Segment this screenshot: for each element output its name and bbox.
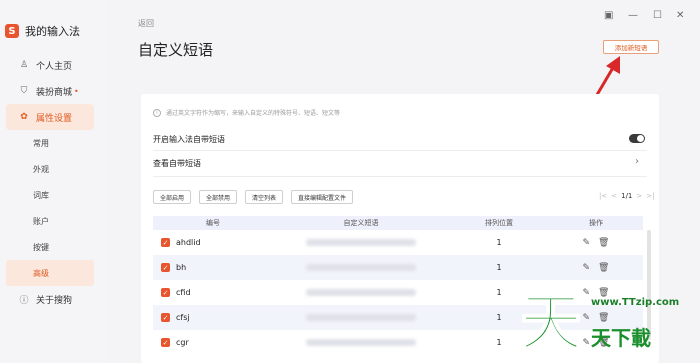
watermark-name: 天下載 <box>591 326 651 350</box>
watermark-glyph: 天 <box>521 286 581 356</box>
skin-icon[interactable]: ▣ <box>604 10 613 21</box>
sidebar: S 我的输入法 ♙ 个人主页 ⛉ 装扮商城 • ✿ 属性设置 常用 外观 词库 … <box>0 0 108 363</box>
info-icon: ⓘ <box>19 295 29 306</box>
sidebar-item-label: 个人主页 <box>36 61 73 72</box>
app-name: 我的输入法 <box>25 25 80 38</box>
sidebar-item-profile[interactable]: ♙ 个人主页 <box>0 52 100 78</box>
row-checkbox[interactable]: ✓ <box>161 313 170 322</box>
column-header-actions: 操作 <box>589 219 603 227</box>
trash-icon[interactable]: 🗑 <box>598 288 609 298</box>
sidebar-subitem-account[interactable]: 账户 <box>0 208 100 234</box>
app-logo: S 我的输入法 <box>5 22 80 40</box>
divider <box>153 176 647 177</box>
edit-icon[interactable]: ✎ <box>583 338 591 348</box>
sidebar-subitem-keys[interactable]: 按键 <box>0 234 100 260</box>
chevron-right-icon[interactable]: › <box>635 156 639 167</box>
next-page-icon[interactable]: > <box>636 192 642 200</box>
column-header-position: 排列位置 <box>485 219 513 227</box>
pagination: |< < 1/1 > >| <box>599 192 658 200</box>
table-row: ✓ bh 1 ✎ 🗑 <box>153 255 643 280</box>
blurred-phrase <box>306 264 416 271</box>
row-position: 1 <box>496 238 502 247</box>
builtin-phrases-toggle[interactable] <box>629 134 645 143</box>
row-code: cgr <box>176 338 189 347</box>
hint-label: 通过英文字符作为缩写，来输入自定义的特殊符号、短语、短文等 <box>166 110 341 117</box>
clear-list-button[interactable]: 清空列表 <box>245 190 284 204</box>
minimize-icon[interactable]: — <box>628 10 638 21</box>
edit-icon[interactable]: ✎ <box>583 313 591 323</box>
sidebar-subitem-dictionary[interactable]: 词库 <box>0 182 100 208</box>
builtin-toggle-label: 开启输入法自带短语 <box>153 135 225 144</box>
sogou-logo-icon: S <box>5 24 19 38</box>
row-checkbox[interactable]: ✓ <box>161 263 170 272</box>
gear-icon: ✿ <box>20 112 28 122</box>
sidebar-item-label: 装扮商城 <box>36 87 73 98</box>
first-page-icon[interactable]: |< <box>599 192 607 200</box>
settings-card: i 通过英文字符作为缩写，来输入自定义的特殊符号、短语、短文等 开启输入法自带短… <box>141 94 659 363</box>
toolbar: 全部启用 全部禁用 清空列表 直接编辑配置文件 <box>153 190 361 204</box>
new-badge-dot: • <box>74 86 79 96</box>
trash-icon[interactable]: 🗑 <box>598 238 609 248</box>
sidebar-item-about[interactable]: ⓘ 关于搜狗 <box>0 286 100 312</box>
sidebar-subitem-common[interactable]: 常用 <box>0 130 100 156</box>
sidebar-nav: ♙ 个人主页 ⛉ 装扮商城 • ✿ 属性设置 常用 外观 词库 账户 按键 高级… <box>0 52 100 312</box>
enable-all-button[interactable]: 全部启用 <box>153 190 192 204</box>
page-title: 自定义短语 <box>138 41 214 59</box>
column-header-code: 编号 <box>206 219 220 227</box>
blurred-phrase <box>306 314 416 321</box>
shirt-icon: ⛉ <box>20 86 28 96</box>
disable-all-button[interactable]: 全部禁用 <box>199 190 238 204</box>
close-icon[interactable]: ✕ <box>676 10 684 21</box>
divider <box>153 150 647 151</box>
edit-icon[interactable]: ✎ <box>583 288 591 298</box>
column-header-phrase: 自定义短语 <box>343 219 379 227</box>
hint-text: i 通过英文字符作为缩写，来输入自定义的特殊符号、短语、短文等 <box>153 108 340 117</box>
edit-icon[interactable]: ✎ <box>583 263 591 273</box>
main-panel: 返回 自定义短语 ▣ — ☐ ✕ 添加新短语 i 通过英文字符作为缩写，来输入自… <box>108 0 700 363</box>
row-checkbox[interactable]: ✓ <box>161 238 170 247</box>
blurred-phrase <box>306 239 416 246</box>
row-code: cfsj <box>176 313 190 322</box>
row-checkbox[interactable]: ✓ <box>161 288 170 297</box>
page-indicator: 1/1 <box>621 192 633 200</box>
edit-icon[interactable]: ✎ <box>583 238 591 248</box>
prev-page-icon[interactable]: < <box>611 192 617 200</box>
row-position: 1 <box>496 263 502 272</box>
sidebar-item-settings[interactable]: ✿ 属性设置 <box>6 104 94 130</box>
row-code: bh <box>176 263 187 272</box>
sidebar-item-label: 关于搜狗 <box>36 295 73 306</box>
watermark-logo: 天 <box>521 286 581 356</box>
row-checkbox[interactable]: ✓ <box>161 338 170 347</box>
row-code: ahdlid <box>176 238 201 247</box>
back-link[interactable]: 返回 <box>138 18 154 29</box>
maximize-icon[interactable]: ☐ <box>653 10 662 21</box>
trash-icon[interactable]: 🗑 <box>598 263 609 273</box>
last-page-icon[interactable]: >| <box>646 192 654 200</box>
info-icon: i <box>153 108 161 117</box>
trash-icon[interactable]: 🗑 <box>598 313 609 323</box>
view-builtin-link[interactable]: 查看自带短语 <box>153 158 201 169</box>
person-icon: ♙ <box>19 60 29 70</box>
blurred-phrase <box>306 289 416 296</box>
sidebar-subitem-appearance[interactable]: 外观 <box>0 156 100 182</box>
blurred-phrase <box>306 339 416 346</box>
row-code: cfid <box>176 288 191 297</box>
table-header: 编号 自定义短语 排列位置 操作 <box>153 216 643 230</box>
watermark-url: www.TTzip.com <box>591 297 680 308</box>
table-row: ✓ ahdlid 1 ✎ 🗑 <box>153 230 643 255</box>
sidebar-item-store[interactable]: ⛉ 装扮商城 • <box>0 78 100 104</box>
edit-config-button[interactable]: 直接编辑配置文件 <box>291 190 354 204</box>
sidebar-item-label: 属性设置 <box>36 113 73 124</box>
sidebar-subitem-advanced[interactable]: 高级 <box>6 260 94 286</box>
